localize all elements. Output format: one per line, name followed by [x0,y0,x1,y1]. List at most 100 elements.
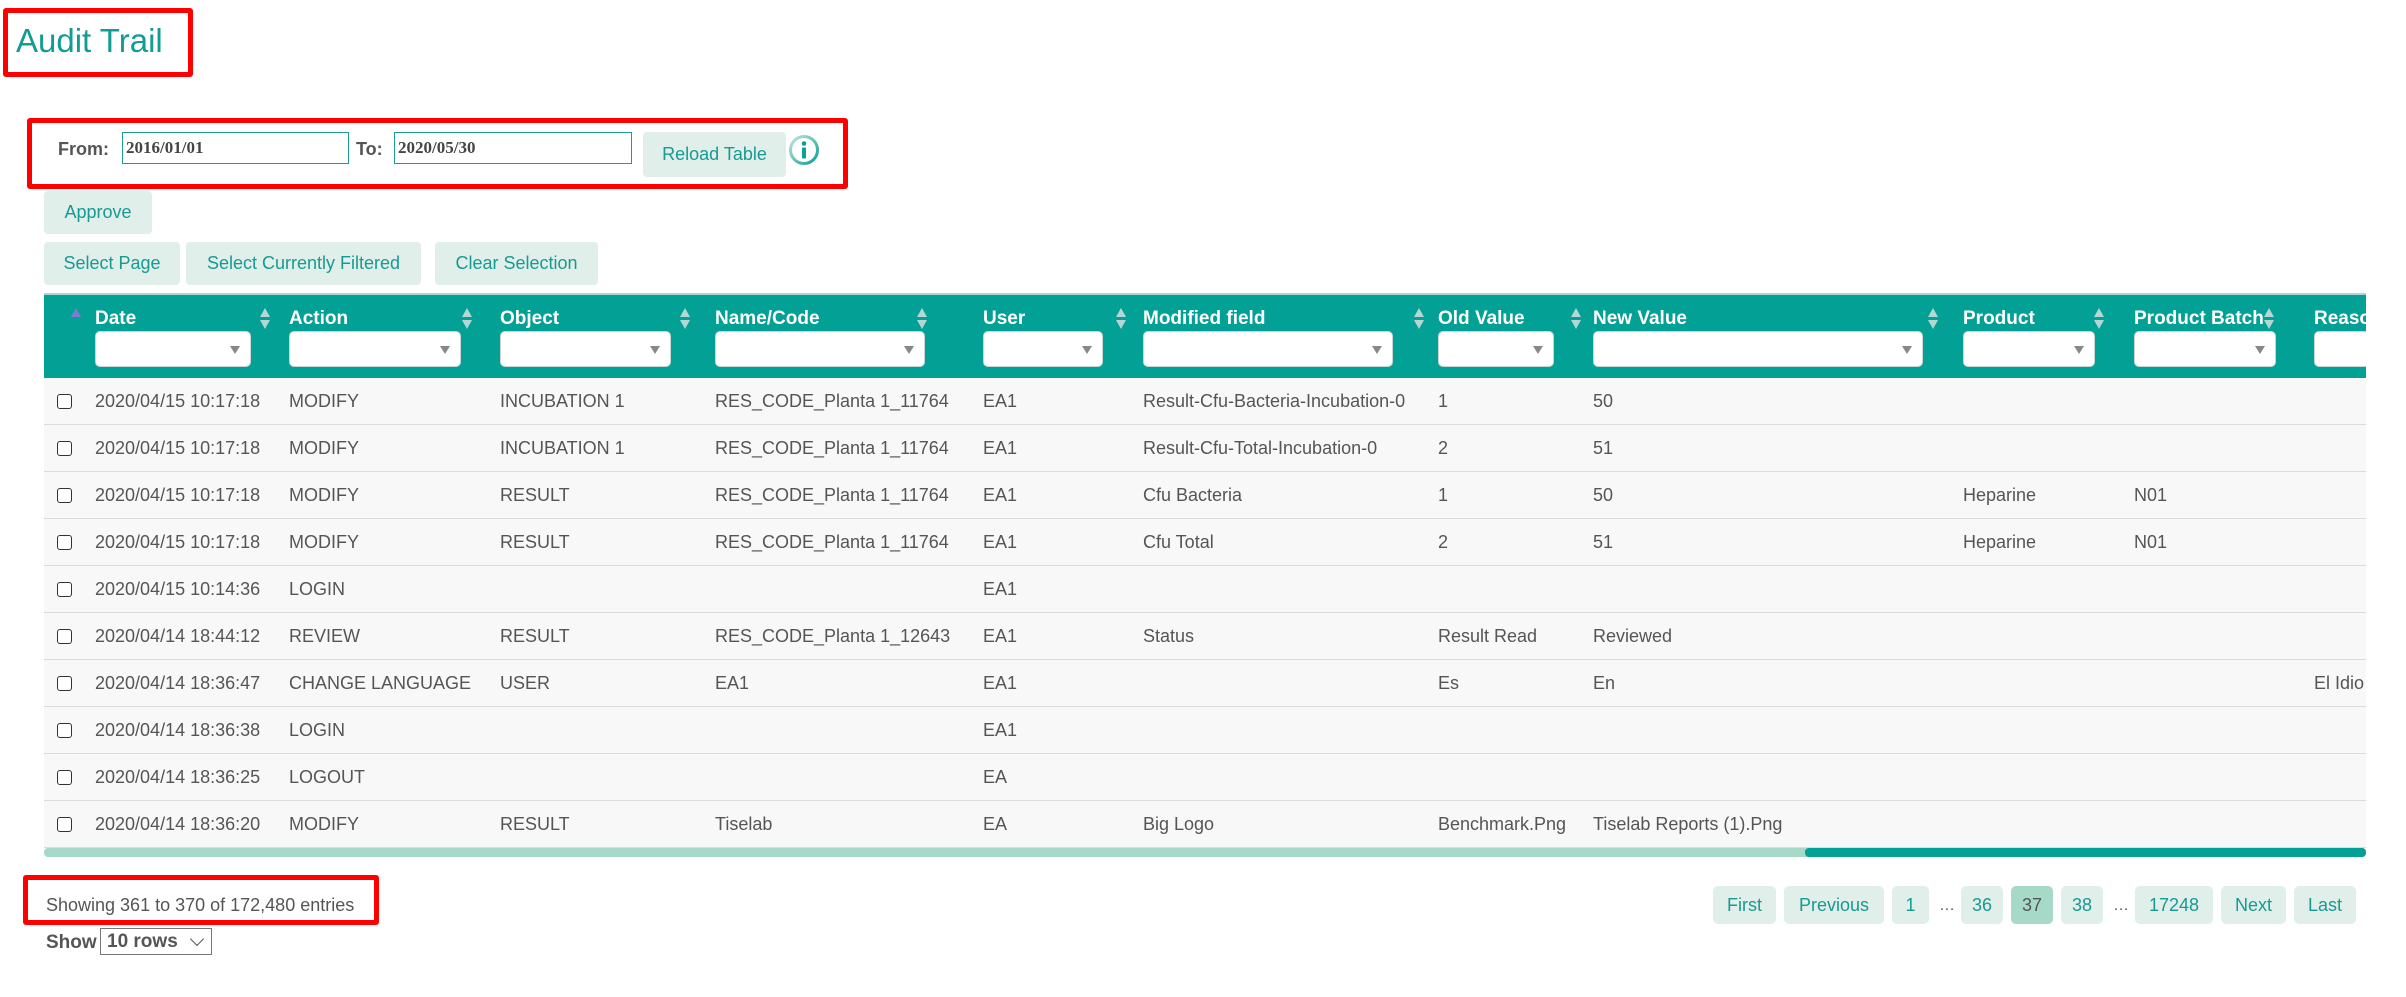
pagination-first-button[interactable]: First [1713,886,1776,924]
row-select-checkbox[interactable] [57,394,72,409]
filter-select-date[interactable] [95,331,251,367]
cell-new-value: En [1593,673,1616,693]
table-row[interactable]: 2020/04/15 10:17:18 MODIFY RESULT RES_CODE_… [44,519,2366,566]
sort-toggle-icon[interactable] [260,308,270,330]
dropdown-caret-icon [1533,346,1543,354]
cell-date: 2020/04/14 18:36:25 [95,767,261,787]
column-header-old-value[interactable]: Old Value [1438,308,1525,330]
cell-modified-field: Result-Cfu-Bacteria-Incubation-0 [1143,391,1406,411]
row-select-checkbox[interactable] [57,770,72,785]
pagination-page-37[interactable]: 37 [2011,886,2053,924]
row-select-checkbox[interactable] [57,817,72,832]
row-select-checkbox[interactable] [57,676,72,691]
reload-table-button[interactable]: Reload Table [643,132,786,177]
filter-select-object[interactable] [500,331,671,367]
row-select-checkbox[interactable] [57,488,72,503]
filter-select-user[interactable] [983,331,1103,367]
dropdown-caret-icon [2255,346,2265,354]
filter-select-name-code[interactable] [715,331,925,367]
column-header-modified-field[interactable]: Modified field [1143,308,1265,330]
sort-toggle-icon[interactable] [2264,308,2274,330]
table-row[interactable]: 2020/04/15 10:17:18 MODIFY INCUBATION 1 RES… [44,425,2366,472]
column-header-action[interactable]: Action [289,308,348,330]
pagination-previous-button[interactable]: Previous [1784,886,1884,924]
column-header-date[interactable]: Date [95,308,136,330]
from-label: From: [58,139,109,159]
cell-old-value: Benchmark.Png [1438,814,1567,834]
row-select-checkbox[interactable] [57,441,72,456]
pagination-next-button[interactable]: Next [2221,886,2286,924]
column-header-product-batch[interactable]: Product Batch [2134,308,2264,330]
table-row[interactable]: 2020/04/14 18:36:38 LOGIN EA1 [44,707,2366,754]
cell-new-value: Reviewed [1593,626,1673,646]
sort-toggle-icon[interactable] [2094,308,2104,330]
sort-toggle-icon[interactable] [1571,308,1581,330]
pagination-page-38[interactable]: 38 [2061,886,2103,924]
cell-user: EA1 [983,438,1018,458]
table-row[interactable]: 2020/04/15 10:17:18 MODIFY INCUBATION 1 RES… [44,378,2366,425]
approve-button[interactable]: Approve [44,191,152,234]
rows-per-page-select[interactable]: 10 rows [100,928,212,955]
sort-toggle-icon[interactable] [680,308,690,330]
filter-select-product[interactable] [1963,331,2095,367]
pagination-page-36[interactable]: 36 [1961,886,2003,924]
cell-date: 2020/04/14 18:36:20 [95,814,261,834]
column-header-name-code[interactable]: Name/Code [715,308,820,330]
pagination-page-17248[interactable]: 17248 [2135,886,2213,924]
filter-select-new-value[interactable] [1593,331,1923,367]
column-header-user[interactable]: User [983,308,1025,330]
cell-action: LOGIN [289,579,346,599]
cell-action: LOGIN [289,720,346,740]
select-page-button[interactable]: Select Page [44,242,180,285]
sort-toggle-icon[interactable] [917,308,927,330]
sort-toggle-icon[interactable] [1414,308,1424,330]
column-header-new-value[interactable]: New Value [1593,308,1687,330]
cell-user: EA1 [983,485,1018,505]
cell-date: 2020/04/14 18:36:38 [95,720,261,740]
from-date-input[interactable]: 2016/01/01 [122,132,349,164]
cell-user: EA [983,814,1008,834]
cell-modified-field: Big Logo [1143,814,1215,834]
pagination-page-1[interactable]: 1 [1892,886,1929,924]
cell-old-value: Es [1438,673,1460,693]
pagination-last-button[interactable]: Last [2294,886,2356,924]
column-header-reason[interactable]: Reaso [2314,308,2366,330]
filter-select-old-value[interactable] [1438,331,1554,367]
filter-select-modified-field[interactable] [1143,331,1393,367]
dropdown-caret-icon [1372,346,1382,354]
clear-selection-button[interactable]: Clear Selection [435,242,598,285]
table-row[interactable]: 2020/04/15 10:17:18 MODIFY RESULT RES_CODE_… [44,472,2366,519]
table-row[interactable]: 2020/04/14 18:36:20 MODIFY RESULT Tiselab EA… [44,801,2366,848]
row-select-checkbox[interactable] [57,535,72,550]
sort-toggle-icon[interactable] [1928,308,1938,330]
select-currently-filtered-button[interactable]: Select Currently Filtered [186,242,421,285]
to-date-input[interactable]: 2020/05/30 [394,132,632,164]
horizontal-scrollbar-thumb[interactable] [1805,848,2366,857]
filter-select-action[interactable] [289,331,461,367]
column-header-object[interactable]: Object [500,308,559,330]
cell-action: MODIFY [289,485,359,505]
cell-name-code: RES_CODE_Planta 1_12643 [715,626,951,646]
table-row[interactable]: 2020/04/14 18:44:12 REVIEW RESULT RES_CODE_… [44,613,2366,660]
cell-new-value: 50 [1593,391,1614,411]
cell-object: INCUBATION 1 [500,438,625,458]
dropdown-caret-icon [230,346,240,354]
column-header-product[interactable]: Product [1963,308,2035,330]
table-row[interactable]: 2020/04/15 10:14:36 LOGIN EA1 [44,566,2366,613]
sort-ascending-icon[interactable] [71,308,81,317]
table-row[interactable]: 2020/04/14 18:36:25 LOGOUT EA [44,754,2366,801]
cell-object: RESULT [500,485,570,505]
cell-action: LOGOUT [289,767,366,787]
filter-select-product-batch[interactable] [2134,331,2276,367]
row-select-checkbox[interactable] [57,582,72,597]
filter-select-reason[interactable] [2314,331,2366,367]
info-circle-icon[interactable] [788,134,820,166]
row-select-checkbox[interactable] [57,629,72,644]
audit-table: Date Action Object Name/Code User Modified fi… [44,293,2366,858]
sort-toggle-icon[interactable] [462,308,472,330]
cell-name-code: RES_CODE_Planta 1_11764 [715,391,949,411]
sort-toggle-icon[interactable] [1116,308,1126,330]
row-select-checkbox[interactable] [57,723,72,738]
cell-modified-field: Cfu Bacteria [1143,485,1243,505]
table-row[interactable]: 2020/04/14 18:36:47 CHANGE LANGUAGE USER EA… [44,660,2366,707]
